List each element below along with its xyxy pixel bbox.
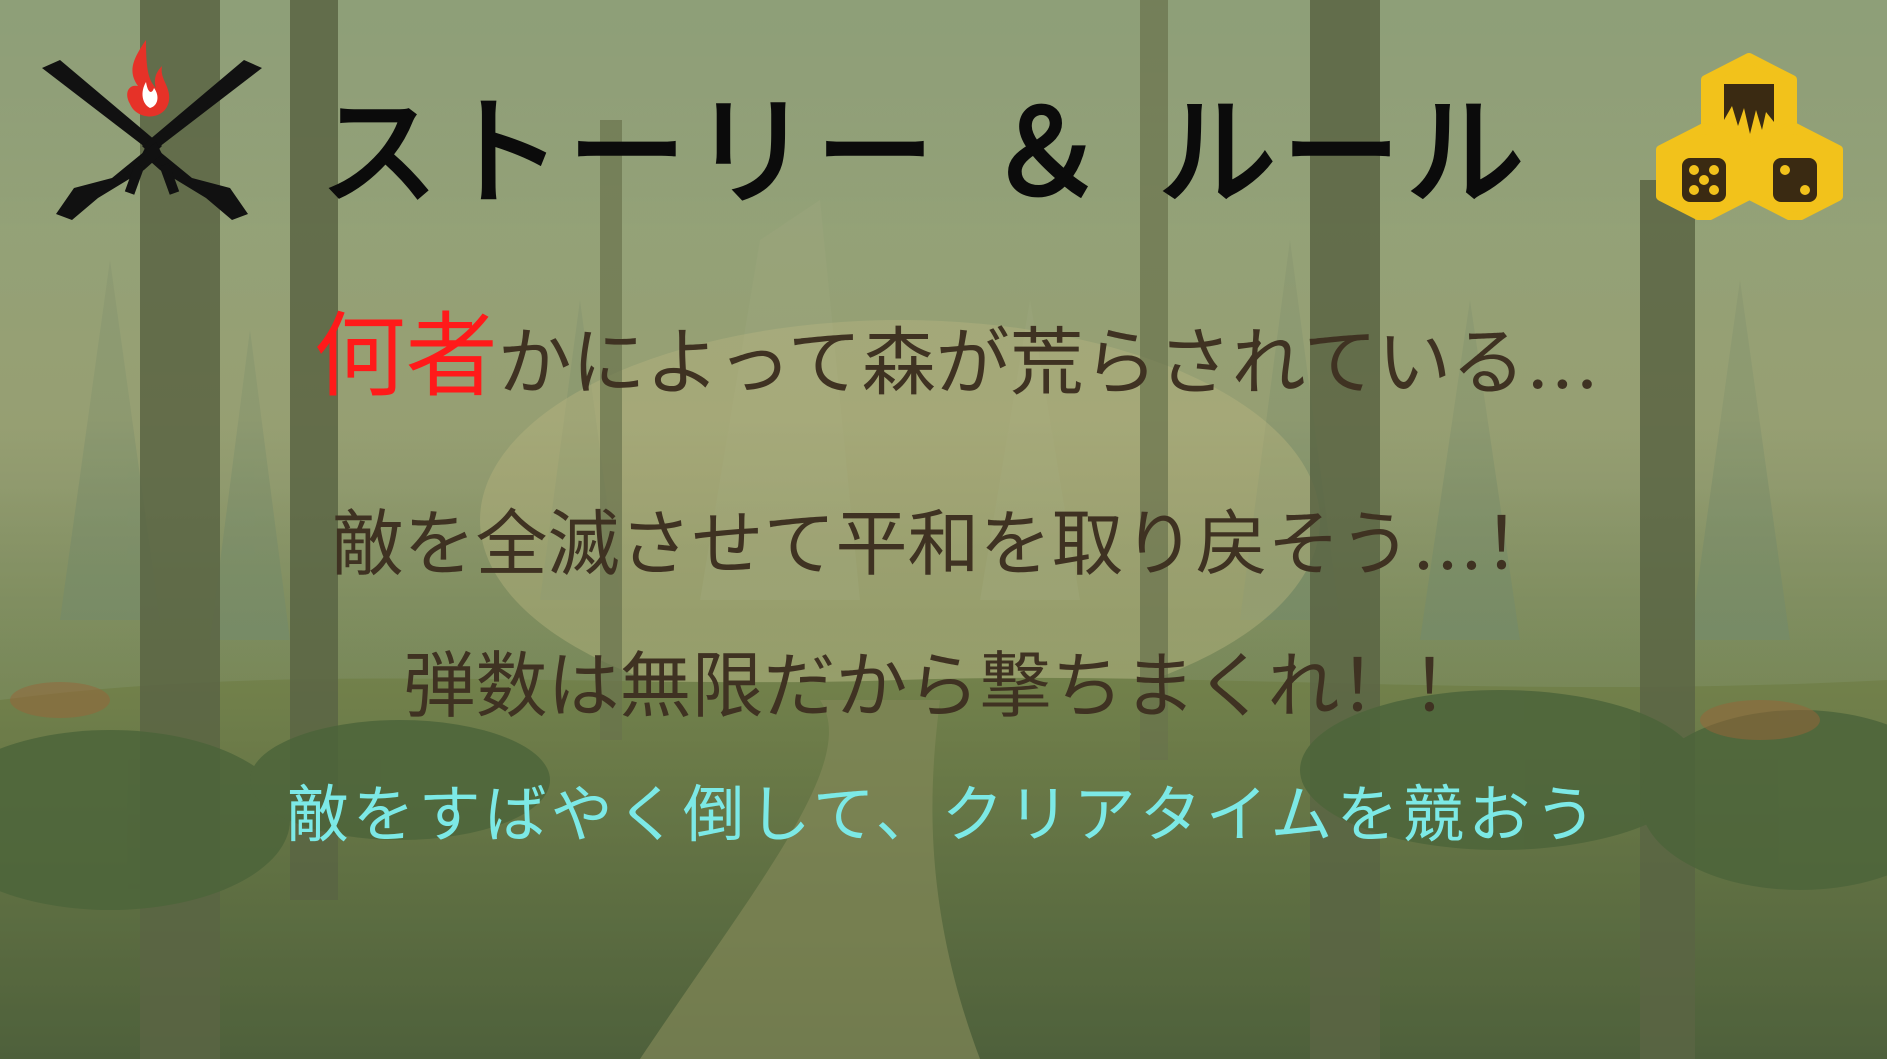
story-line-2: 敵を全滅させて平和を取り戻そう…！: [331, 502, 1556, 586]
hexagon-dice-icon: [1656, 53, 1843, 220]
story-line-1: 何者かによって森が荒らされている…: [0, 302, 1887, 418]
story-rules-screen: ストーリー ＆ ルール 何者かによって森が荒らされている… 敵を全滅させて平和を…: [0, 0, 1887, 1059]
rule-text: 敵をすばやく倒して、クリアタイムを競おう: [286, 778, 1601, 851]
page-title: ストーリー ＆ ルール: [320, 84, 1531, 222]
story-line-1-text: かによって森が荒らされている…: [497, 320, 1600, 406]
story-highlight: 何者: [313, 303, 498, 410]
story-line-3: 弾数は無限だから撃ちまくれ！！: [403, 644, 1484, 728]
crossed-rifles-flame-icon: [42, 40, 262, 220]
